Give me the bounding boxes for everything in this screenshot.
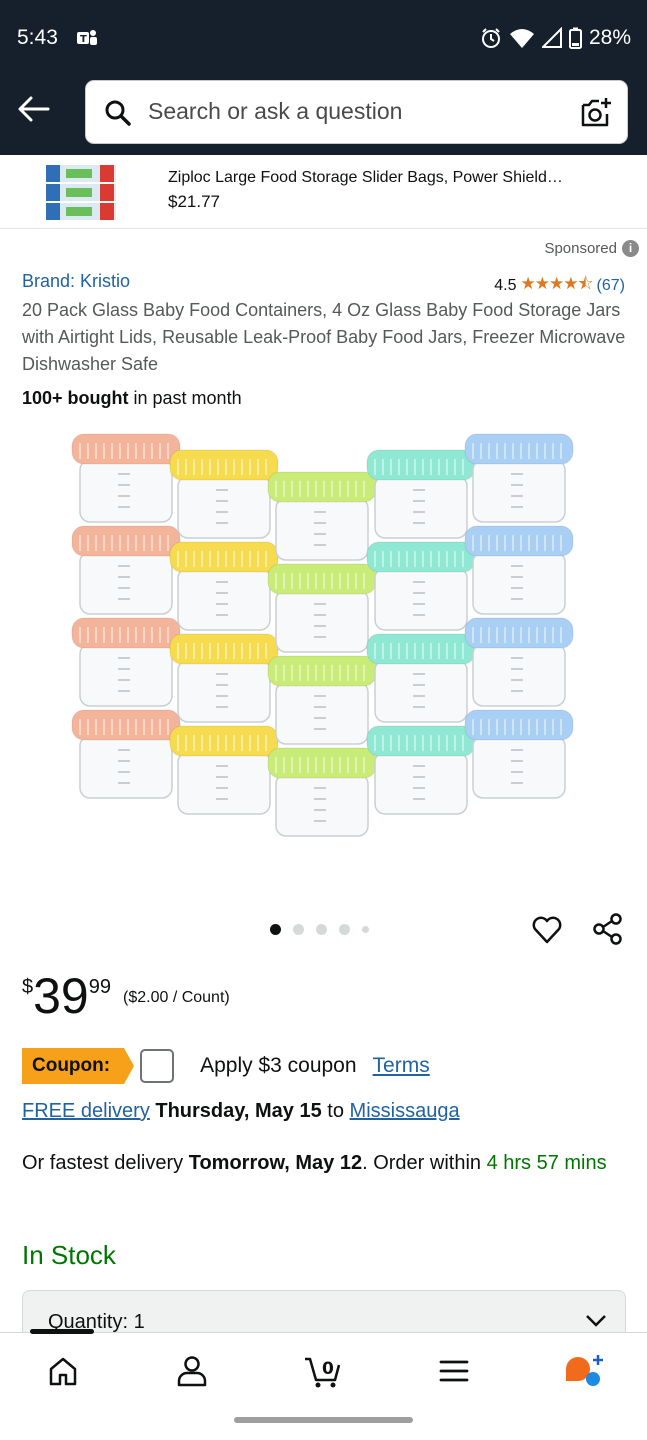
cart-count: 0 [322, 1359, 334, 1379]
delivery-to: to [321, 1100, 350, 1122]
bottom-nav: 0 [0, 1329, 647, 1440]
jar [71, 617, 181, 707]
coupon-row: Coupon: Apply $3 coupon Terms [22, 1048, 430, 1084]
search-bar[interactable]: Search or ask a question [85, 80, 628, 144]
top-bar: 5:43 T 28% Search or ask a question [0, 0, 647, 155]
star-rating-icon: ★★★★⯪ [520, 274, 593, 293]
jar [71, 433, 181, 523]
free-delivery-link[interactable]: FREE delivery [22, 1100, 150, 1122]
jar [366, 541, 476, 631]
teams-icon: T [77, 30, 97, 45]
alarm-icon [481, 28, 500, 48]
carousel-dot[interactable] [339, 924, 350, 935]
bought-rest: in past month [128, 388, 242, 408]
ziploc-thumbnail-icon [46, 165, 116, 220]
jar [169, 633, 279, 723]
battery-icon [568, 27, 582, 49]
jar [169, 449, 279, 539]
menu-icon[interactable] [436, 1353, 472, 1389]
banner-price: $21.77 [168, 192, 220, 211]
price-per-unit: ($2.00 / Count) [123, 989, 230, 1006]
search-icon [105, 100, 131, 126]
jar [464, 433, 574, 523]
search-placeholder[interactable]: Search or ask a question [148, 98, 402, 125]
fastest-delivery: Or fastest delivery Tomorrow, May 12. Or… [22, 1148, 622, 1178]
delivery-location-link[interactable]: Mississauga [350, 1100, 460, 1122]
jar [169, 725, 279, 815]
jar [71, 709, 181, 799]
delivery-date: Thursday, May 15 [149, 1100, 322, 1122]
product-title: 20 Pack Glass Baby Food Containers, 4 Oz… [22, 300, 626, 374]
apply-coupon-label[interactable]: Apply $3 coupon [200, 1054, 356, 1078]
carousel-dot[interactable] [293, 924, 304, 935]
stock-status: In Stock [22, 1240, 116, 1270]
fastest-date: Tomorrow, May 12 [188, 1152, 363, 1174]
gesture-bar [234, 1417, 413, 1423]
sponsored-label[interactable]: Sponsored i [544, 240, 639, 257]
jar [366, 449, 476, 539]
carousel-dot[interactable] [316, 924, 327, 935]
rating-value: 4.5 [494, 276, 517, 294]
jar [366, 633, 476, 723]
jar [366, 725, 476, 815]
back-arrow-icon[interactable] [16, 94, 52, 124]
coupon-badge: Coupon: [22, 1048, 135, 1084]
jar [267, 747, 377, 837]
jar [464, 617, 574, 707]
rating[interactable]: 4.5 ★★★★⯪ (67) [494, 271, 625, 300]
delivery-info: FREE delivery Thursday, May 15 to Missis… [22, 1100, 460, 1123]
status-icons: 28% [480, 26, 631, 50]
review-count[interactable]: (67) [597, 277, 625, 295]
image-carousel-dots[interactable] [270, 924, 369, 935]
wifi-icon [509, 29, 534, 48]
fastest-prefix: Or fastest delivery [22, 1152, 189, 1174]
home-icon[interactable] [45, 1353, 81, 1389]
sponsored-text: Sponsored [544, 240, 617, 257]
order-within: . Order within [362, 1152, 487, 1174]
delivery-countdown: 4 hrs 57 mins [486, 1152, 607, 1174]
svg-text:T: T [80, 34, 87, 45]
jar [267, 563, 377, 653]
price: $ 39 99 ($2.00 / Count) [22, 968, 230, 1024]
chevron-down-icon [586, 1315, 606, 1327]
battery-percent: 28% [588, 26, 631, 49]
share-icon[interactable] [592, 912, 624, 946]
bought-count: 100+ bought in past month [22, 388, 242, 409]
camera-icon[interactable] [579, 96, 613, 130]
jar [169, 541, 279, 631]
jar [464, 525, 574, 615]
signal-icon [541, 27, 562, 48]
carousel-dot[interactable] [270, 924, 281, 935]
info-icon[interactable]: i [622, 240, 639, 257]
jar [267, 471, 377, 561]
jar [71, 525, 181, 615]
coupon-terms-link[interactable]: Terms [373, 1054, 430, 1078]
rufus-icon[interactable] [563, 1353, 605, 1389]
banner-title[interactable]: Ziploc Large Food Storage Slider Bags, P… [168, 169, 563, 187]
active-tab-indicator [30, 1329, 94, 1334]
jar [267, 655, 377, 745]
coupon-checkbox[interactable] [140, 1049, 175, 1083]
price-symbol: $ [22, 976, 34, 998]
cart-icon[interactable]: 0 [303, 1353, 343, 1389]
price-whole: 39 [33, 968, 89, 1024]
bought-bold: 100+ bought [22, 388, 129, 408]
sponsored-banner[interactable]: Ziploc Large Food Storage Slider Bags, P… [0, 155, 647, 229]
product-image[interactable] [60, 428, 590, 868]
heart-icon[interactable] [531, 914, 563, 946]
status-bar: 5:43 T 28% [0, 0, 647, 78]
price-fraction: 99 [88, 976, 111, 998]
brand-link[interactable]: Brand: Kristio [22, 271, 130, 292]
status-time: 5:43 [17, 26, 58, 49]
account-icon[interactable] [174, 1353, 210, 1389]
jar [464, 709, 574, 799]
carousel-dot[interactable] [362, 926, 369, 933]
